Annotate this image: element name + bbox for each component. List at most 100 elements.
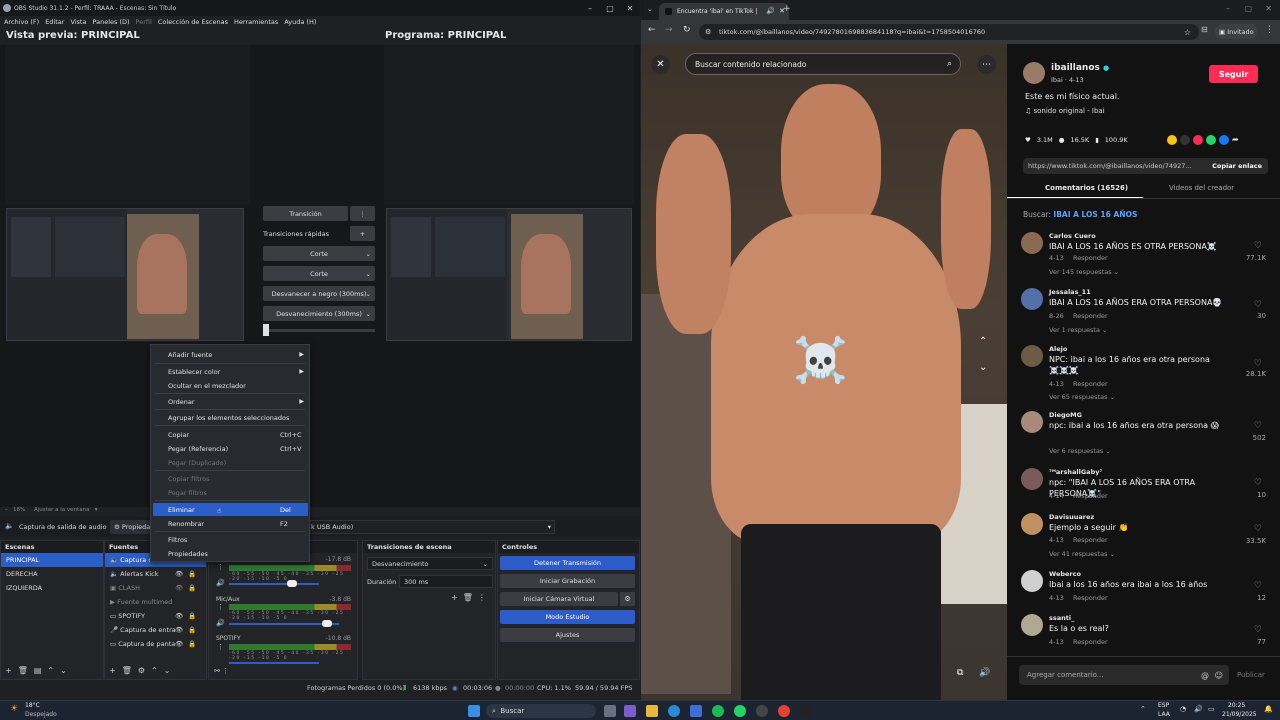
browser-tab[interactable]: Encuentra 'ibai' en TikTok | 🔊 ✕ [659,3,789,20]
copy-link-button[interactable]: Copiar enlace [1212,162,1262,170]
speaker-icon[interactable]: 🔊 [216,579,225,587]
store-icon[interactable] [690,705,702,717]
avatar[interactable] [1021,345,1043,367]
reply-button[interactable]: Responder [1073,254,1108,262]
avatar[interactable] [1021,288,1043,310]
chevron-up-icon[interactable]: ⌃ [1140,705,1146,713]
embed-icon[interactable] [1180,135,1190,145]
speaker-icon[interactable]: 🔊 [216,619,225,627]
view-replies[interactable]: Ver 1 respuesta ⌄ [1049,326,1107,334]
search-icon[interactable]: ⌕ [947,59,952,69]
sound-link[interactable]: ♫ sonido original - Ibai [1025,107,1105,115]
heart-icon[interactable]: ♡ [1254,300,1262,310]
mixer-volume-handle[interactable] [322,620,332,627]
menu-item-delete[interactable]: Eliminar Del [153,503,308,516]
transition-select[interactable]: Desvanecimiento ⌄ [367,557,493,570]
reload-icon[interactable]: ↻ [683,25,691,35]
close-icon[interactable]: ✕ [620,4,640,13]
avatar[interactable] [1021,570,1043,592]
chrome-icon[interactable] [778,705,790,717]
battery-icon[interactable]: ▭ [1208,705,1215,713]
menu-item-copy[interactable]: Copiar Ctrl+C [153,428,308,441]
comment-author[interactable]: Jessalas_11 [1049,288,1091,296]
tab-comments[interactable]: Comentarios (16526) [1045,184,1128,192]
pip-icon[interactable]: ⧉ [957,668,963,678]
volume-icon[interactable]: 🔊 [1194,705,1203,713]
quick-transition-1[interactable]: Corte ⌄ [263,246,375,261]
close-video-icon[interactable]: ✕ [651,55,670,74]
edge-icon[interactable] [668,705,680,717]
lock-icon[interactable]: 🔒 [188,584,196,592]
mixer-volume-slider[interactable] [229,583,319,585]
source-item[interactable]: 🎤 Captura de entra 👁 🔒 [105,623,206,637]
properties-button[interactable]: ⚙ Propiedades [110,520,162,534]
reply-button[interactable]: Responder [1073,536,1108,544]
follow-button[interactable]: Seguir [1209,65,1258,83]
avatar[interactable] [1021,614,1043,636]
view-replies[interactable]: Ver 41 respuestas ⌄ [1049,550,1115,558]
search-term[interactable]: IBAI A LOS 16 AÑOS [1053,210,1137,219]
clock-time[interactable]: 20:25 [1228,702,1245,709]
studio-mode-button[interactable]: Modo Estudio [500,610,635,624]
forward-icon[interactable]: → [665,25,673,35]
menu-item-rename[interactable]: Renombrar F2 [153,517,308,530]
transition-dock-toolbar[interactable]: +🗑⋮ [451,593,491,602]
quick-transition-4[interactable]: Desvanecimiento (300ms) ⌄ [263,306,375,321]
menu-item-group[interactable]: Agrupar los elementos seleccionados [153,411,308,424]
windows-start-icon[interactable] [468,705,480,717]
back-icon[interactable]: ← [648,25,656,35]
avatar[interactable] [1021,232,1043,254]
avatar[interactable] [1023,62,1045,84]
related-search-input[interactable]: Buscar contenido relacionado ⌕ [685,53,961,75]
quick-transition-3[interactable]: Desvanecer a negro (300ms) ⌄ [263,286,375,301]
wifi-icon[interactable]: ◔ [1180,705,1186,713]
quick-transition-2[interactable]: Corte ⌄ [263,266,375,281]
menu-item-filters[interactable]: Filtros [153,533,308,546]
mixer-link-icon[interactable]: ⚯ ⋮ [214,667,229,675]
mixer-menu-icon[interactable]: ⋮ [217,603,224,611]
lock-icon[interactable]: 🔒 [188,612,196,620]
mixer-volume-slider[interactable] [229,662,319,664]
reply-button[interactable]: Responder [1073,312,1108,320]
app-icon[interactable] [800,705,812,717]
comment-author[interactable]: DiegoMG [1049,411,1082,419]
reply-button[interactable]: Responder [1073,492,1108,500]
menu-item-order[interactable]: Ordenar ▶ [153,395,308,408]
eye-icon[interactable]: 👁 [175,584,183,592]
heart-icon[interactable]: ♡ [1254,625,1262,635]
facebook-icon[interactable] [1219,135,1229,145]
task-view-icon[interactable] [604,705,616,717]
comment-author[interactable]: Davisuuarez [1049,513,1094,521]
menu-item-paste-ref[interactable]: Pegar (Referencia) Ctrl+V [153,442,308,455]
volume-icon[interactable]: 🔊 [979,668,990,678]
speaker-icon[interactable]: 🔊 [766,7,775,15]
heart-icon[interactable]: ♡ [1254,421,1262,431]
scene-item[interactable]: DERECHA [1,567,103,581]
taskbar-search[interactable]: ⌕ Buscar [486,704,596,718]
share-url[interactable]: https://www.tiktok.com/@ibaillanos/video… [1028,162,1192,170]
source-item[interactable]: ▣ CLASH 👁 🔒 [105,581,206,595]
whatsapp-icon[interactable] [734,705,746,717]
mixer-menu-icon[interactable]: ⋮ [217,563,224,571]
more-options-icon[interactable]: ⋯ [977,55,996,74]
transition-menu-icon[interactable]: ⋮ [350,206,375,221]
comment-icon[interactable]: ● [1059,136,1065,144]
start-virtual-camera-button[interactable]: Iniciar Cámara Virtual [500,592,618,606]
source-item[interactable]: ▭ SPOTIFY 👁 🔒 [105,609,206,623]
avatar[interactable] [1021,468,1043,490]
eye-icon[interactable]: 👁 [175,612,183,620]
gear-icon[interactable]: ⚙ [620,592,635,606]
video-player[interactable]: ☠️ ✕ Buscar contenido relacionado ⌕ ⋯ ⌃ … [641,44,1007,700]
eye-icon[interactable]: 👁 [175,640,183,648]
duration-input[interactable]: 300 ms [399,575,493,588]
menu-perfil[interactable]: Perfil [136,18,152,26]
menu-item-add-source[interactable]: Añadir fuente ▶ [153,348,308,361]
start-recording-button[interactable]: Iniciar Grabación [500,574,635,588]
fit-to-window[interactable]: Ajustar a la ventana [34,507,89,513]
menu-herramientas[interactable]: Herramientas [234,18,278,26]
chevron-up-icon[interactable]: ⌃ [979,336,987,347]
minimize-icon[interactable]: – [580,4,600,13]
transition-button[interactable]: Transición [263,206,348,221]
site-info-icon[interactable]: ⚙ [705,28,711,36]
tab-search-icon[interactable]: ⌄ [647,5,653,13]
